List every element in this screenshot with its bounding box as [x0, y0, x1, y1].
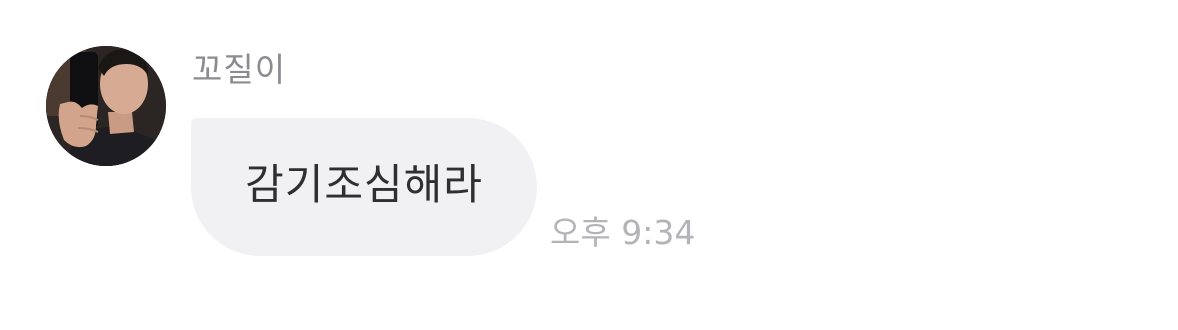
profile-avatar[interactable] [46, 46, 166, 166]
incoming-message-row: 꼬질이 감기조심해라 오후 9:34 [0, 0, 1178, 330]
message-timestamp: 오후 9:34 [550, 213, 696, 252]
sender-name: 꼬질이 [192, 50, 287, 89]
avatar-photo-icon [46, 46, 166, 166]
message-text: 감기조심해라 [245, 160, 483, 209]
message-bubble[interactable]: 감기조심해라 [191, 118, 537, 256]
